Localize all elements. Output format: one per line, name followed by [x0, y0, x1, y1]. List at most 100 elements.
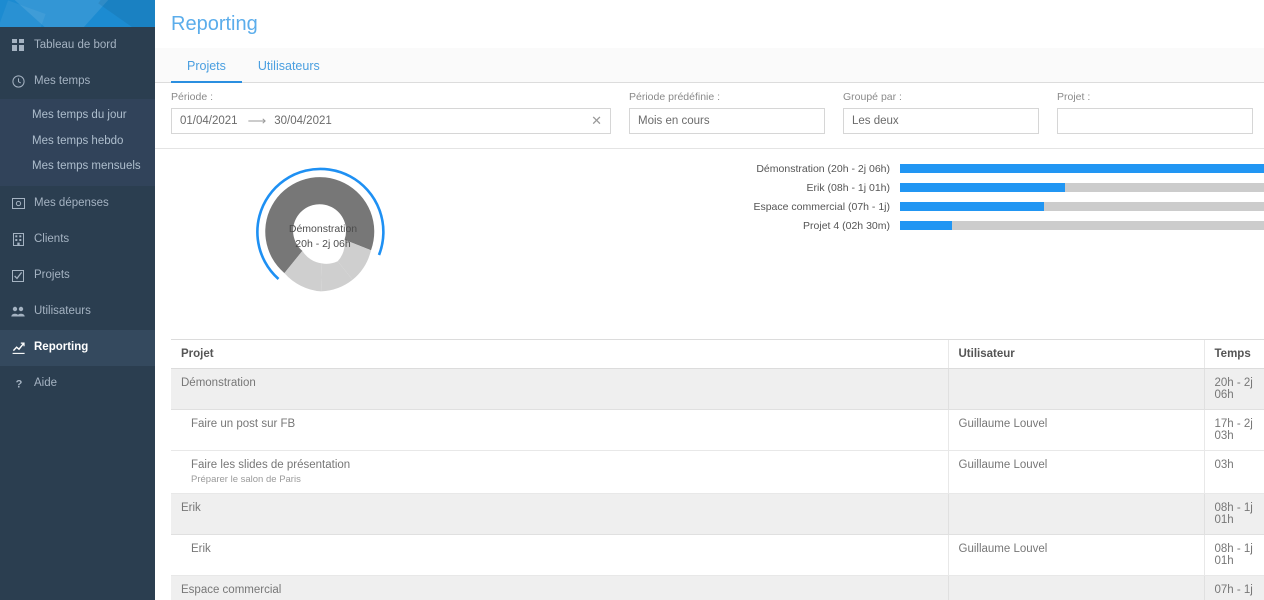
table-body: Démonstration 20h - 2j 06h Faire un post… — [171, 368, 1264, 600]
table-row[interactable]: Erik 08h - 1j 01h — [171, 493, 1264, 535]
svg-text:?: ? — [15, 379, 22, 391]
filter-grouped-by: Groupé par : Les deux — [843, 91, 1039, 134]
filter-bar: Période : 01/04/2021 ⟶ 30/04/2021 ✕ Péri… — [155, 83, 1264, 149]
task-title: Faire les slides de présentation — [191, 459, 351, 471]
money-icon — [8, 198, 28, 210]
cell-utilisateur — [947, 575, 1204, 600]
filter-project: Projet : — [1057, 91, 1253, 134]
column-header-utilisateur: Utilisateur — [947, 339, 1204, 369]
cell-projet: Faire les slides de présentation Prépare… — [171, 450, 948, 494]
tab-bar: Projets Utilisateurs — [155, 48, 1264, 83]
chart-line-icon — [8, 342, 28, 354]
sidebar-subitem-mes-temps-hebdo[interactable]: Mes temps hebdo — [0, 129, 155, 155]
cell-projet: Espace commercial — [171, 575, 948, 600]
sidebar-item-reporting[interactable]: Reporting — [0, 329, 155, 366]
bar-row: Démonstration (20h - 2j 06h) — [745, 161, 1264, 176]
sidebar-subitem-mes-temps-mensuels[interactable]: Mes temps mensuels — [0, 154, 155, 180]
question-icon: ? — [8, 377, 28, 391]
bar-fill — [900, 164, 1264, 173]
charts-area: Démonstration 20h - 2j 06h Démonstration… — [155, 149, 1264, 339]
cell-utilisateur: Guillaume Louvel — [947, 534, 1204, 576]
grid-icon — [8, 39, 28, 51]
clear-icon[interactable]: ✕ — [591, 113, 602, 129]
bar-track — [900, 183, 1264, 192]
bar-row: Espace commercial (07h - 1j) — [745, 199, 1264, 214]
cell-temps: 08h - 1j 01h — [1203, 493, 1264, 535]
checkbox-icon — [8, 269, 28, 282]
bar-track — [900, 221, 1264, 230]
page-title: Reporting — [171, 12, 258, 35]
filter-project-label: Projet : — [1057, 91, 1091, 103]
bar-label: Espace commercial (07h - 1j) — [753, 200, 890, 213]
bar-label: Démonstration (20h - 2j 06h) — [756, 162, 890, 175]
predefined-period-select[interactable]: Mois en cours — [629, 108, 825, 134]
sidebar-item-label: Mes temps — [34, 74, 91, 87]
bar-fill — [900, 202, 1045, 211]
grouped-by-select[interactable]: Les deux — [843, 108, 1039, 134]
column-header-temps: Temps — [1203, 339, 1264, 369]
donut-center-text: Démonstration 20h - 2j 06h — [248, 162, 398, 312]
grouped-by-value: Les deux — [852, 115, 899, 127]
sidebar-item-label: Mes dépenses — [34, 197, 109, 210]
cell-temps: 07h - 1j — [1203, 575, 1264, 600]
table-row[interactable]: Faire un post sur FB Guillaume Louvel 17… — [171, 409, 1264, 451]
bar-label: Erik (08h - 1j 01h) — [806, 181, 890, 194]
cell-projet: Faire un post sur FB — [171, 409, 948, 451]
tab-utilisateurs[interactable]: Utilisateurs — [242, 59, 336, 82]
period-start-value[interactable]: 01/04/2021 — [180, 115, 238, 127]
sidebar-item-label: Clients — [34, 233, 70, 246]
users-icon — [8, 306, 28, 317]
filter-period: Période : 01/04/2021 ⟶ 30/04/2021 ✕ — [171, 91, 611, 134]
filter-period-label: Période : — [171, 91, 214, 103]
sidebar-subitem-mes-temps-du-jour[interactable]: Mes temps du jour — [0, 103, 155, 129]
sidebar-item-utilisateurs[interactable]: Utilisateurs — [0, 294, 155, 330]
table-row[interactable]: Erik Guillaume Louvel 08h - 1j 01h — [171, 534, 1264, 576]
tab-projets[interactable]: Projets — [171, 59, 242, 83]
bar-row: Projet 4 (02h 30m) — [745, 218, 1264, 233]
cell-projet: Erik — [171, 493, 948, 535]
bar-label: Projet 4 (02h 30m) — [803, 219, 890, 232]
filter-grouped-label: Groupé par : — [843, 91, 902, 103]
report-table: Projet Utilisateur Temps Démonstration 2… — [171, 339, 1264, 600]
sidebar-item-clients[interactable]: Clients — [0, 222, 155, 258]
bar-track — [900, 202, 1264, 211]
sidebar-submenu-mes-temps: Mes temps du jour Mes temps hebdo Mes te… — [0, 99, 155, 186]
table-row[interactable]: Démonstration 20h - 2j 06h — [171, 368, 1264, 410]
period-input[interactable]: 01/04/2021 ⟶ 30/04/2021 ✕ — [171, 108, 611, 134]
sidebar-item-tableau-de-bord[interactable]: Tableau de bord — [0, 27, 155, 63]
filter-predefined-period: Période prédéfinie : Mois en cours — [629, 91, 825, 134]
period-end-value[interactable]: 30/04/2021 — [274, 115, 332, 127]
predefined-period-value: Mois en cours — [638, 115, 710, 127]
table-row[interactable]: Faire les slides de présentation Prépare… — [171, 450, 1264, 494]
sidebar-item-label: Utilisateurs — [34, 305, 91, 318]
task-note: Préparer le salon de Paris — [191, 474, 301, 485]
cell-projet: Démonstration — [171, 368, 948, 410]
main-content: Reporting Projets Utilisateurs Période :… — [155, 0, 1264, 600]
sidebar-item-label: Aide — [34, 377, 58, 390]
project-select[interactable] — [1057, 108, 1253, 134]
bar-chart: Démonstration (20h - 2j 06h) Erik (08h -… — [745, 161, 1264, 237]
cell-utilisateur: Guillaume Louvel — [947, 409, 1204, 451]
table-row[interactable]: Espace commercial 07h - 1j — [171, 575, 1264, 600]
cell-utilisateur — [947, 493, 1204, 535]
donut-chart: Démonstration 20h - 2j 06h — [248, 162, 398, 312]
building-icon — [8, 233, 28, 247]
filter-predefined-label: Période prédéfinie : — [629, 91, 721, 103]
sidebar-item-projets[interactable]: Projets — [0, 258, 155, 294]
cell-projet: Erik — [171, 534, 948, 576]
app-root: Tableau de bord Mes temps Mes temps du j… — [0, 0, 1264, 600]
sidebar-item-aide[interactable]: ? Aide — [0, 366, 155, 402]
brand-shape-2 — [98, 0, 155, 27]
sidebar-item-label: Tableau de bord — [34, 38, 117, 51]
brand-banner — [0, 0, 155, 27]
sidebar-item-label: Projets — [34, 269, 70, 282]
sidebar: Tableau de bord Mes temps Mes temps du j… — [0, 0, 155, 600]
sidebar-item-mes-depenses[interactable]: Mes dépenses — [0, 186, 155, 222]
sidebar-item-mes-temps[interactable]: Mes temps — [0, 63, 155, 99]
cell-utilisateur — [947, 368, 1204, 410]
page-header: Reporting — [155, 0, 1264, 48]
cell-temps: 20h - 2j 06h — [1203, 368, 1264, 410]
cell-temps: 08h - 1j 01h — [1203, 534, 1264, 576]
bar-fill — [900, 183, 1065, 192]
table-header-row: Projet Utilisateur Temps — [171, 339, 1264, 369]
